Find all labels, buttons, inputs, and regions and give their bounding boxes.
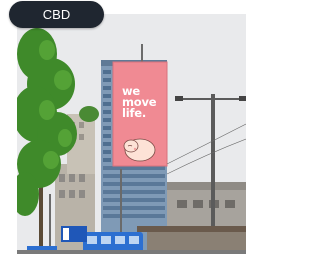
- billboard-line-3: life.: [122, 106, 147, 120]
- location-chip[interactable]: CBD: [9, 1, 104, 28]
- street-photo-card[interactable]: CBD we move life.: [0, 0, 246, 254]
- street-photo: we move life.: [17, 14, 246, 254]
- billboard-headline: we move life.: [122, 85, 157, 120]
- location-chip-label: CBD: [42, 7, 71, 22]
